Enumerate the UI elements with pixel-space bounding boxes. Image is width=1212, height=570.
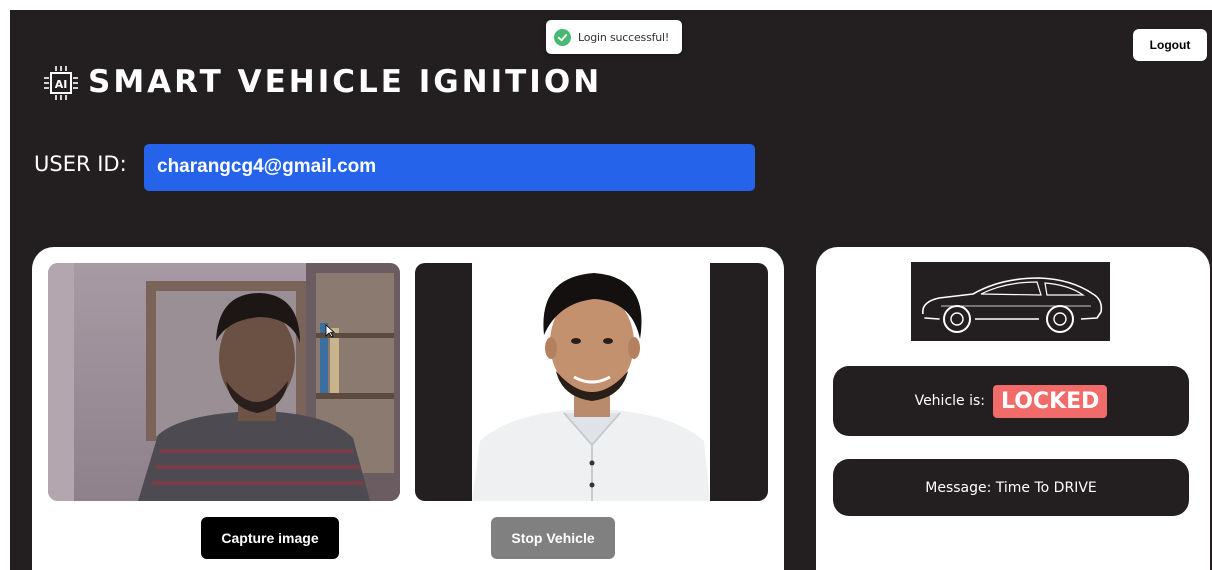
app-root: Login successful! Logout AI SMART VEHICL… [10, 10, 1212, 570]
logo-text: AI [55, 78, 68, 91]
webcam-feed [48, 263, 400, 501]
page-title: SMART VEHICLE IGNITION [88, 64, 603, 100]
capture-image-button[interactable]: Capture image [201, 517, 339, 559]
stop-vehicle-button[interactable]: Stop Vehicle [491, 517, 615, 559]
camera-panel: Capture image Stop Vehicle [32, 247, 784, 570]
user-id-label: USER ID: [34, 152, 127, 176]
mouse-pointer-icon [325, 324, 336, 343]
status-badge: LOCKED [993, 384, 1108, 418]
logout-button[interactable]: Logout [1133, 29, 1207, 61]
message-label: Message: [925, 479, 992, 496]
message-value: Time To DRIVE [995, 479, 1097, 496]
vehicle-panel: Vehicle is: LOCKED Message: Time To DRIV… [816, 247, 1210, 570]
check-circle-icon [554, 28, 571, 46]
vehicle-status: Vehicle is: LOCKED [833, 366, 1189, 436]
reference-photo [415, 263, 768, 501]
login-toast: Login successful! [546, 20, 682, 54]
car-icon [911, 262, 1110, 341]
vehicle-status-label: Vehicle is: [914, 393, 985, 409]
user-id-field: charangcg4@gmail.com [144, 144, 755, 191]
toast-message: Login successful! [578, 30, 670, 44]
ai-chip-icon: AI [43, 64, 79, 102]
vehicle-message: Message: Time To DRIVE [833, 459, 1189, 516]
